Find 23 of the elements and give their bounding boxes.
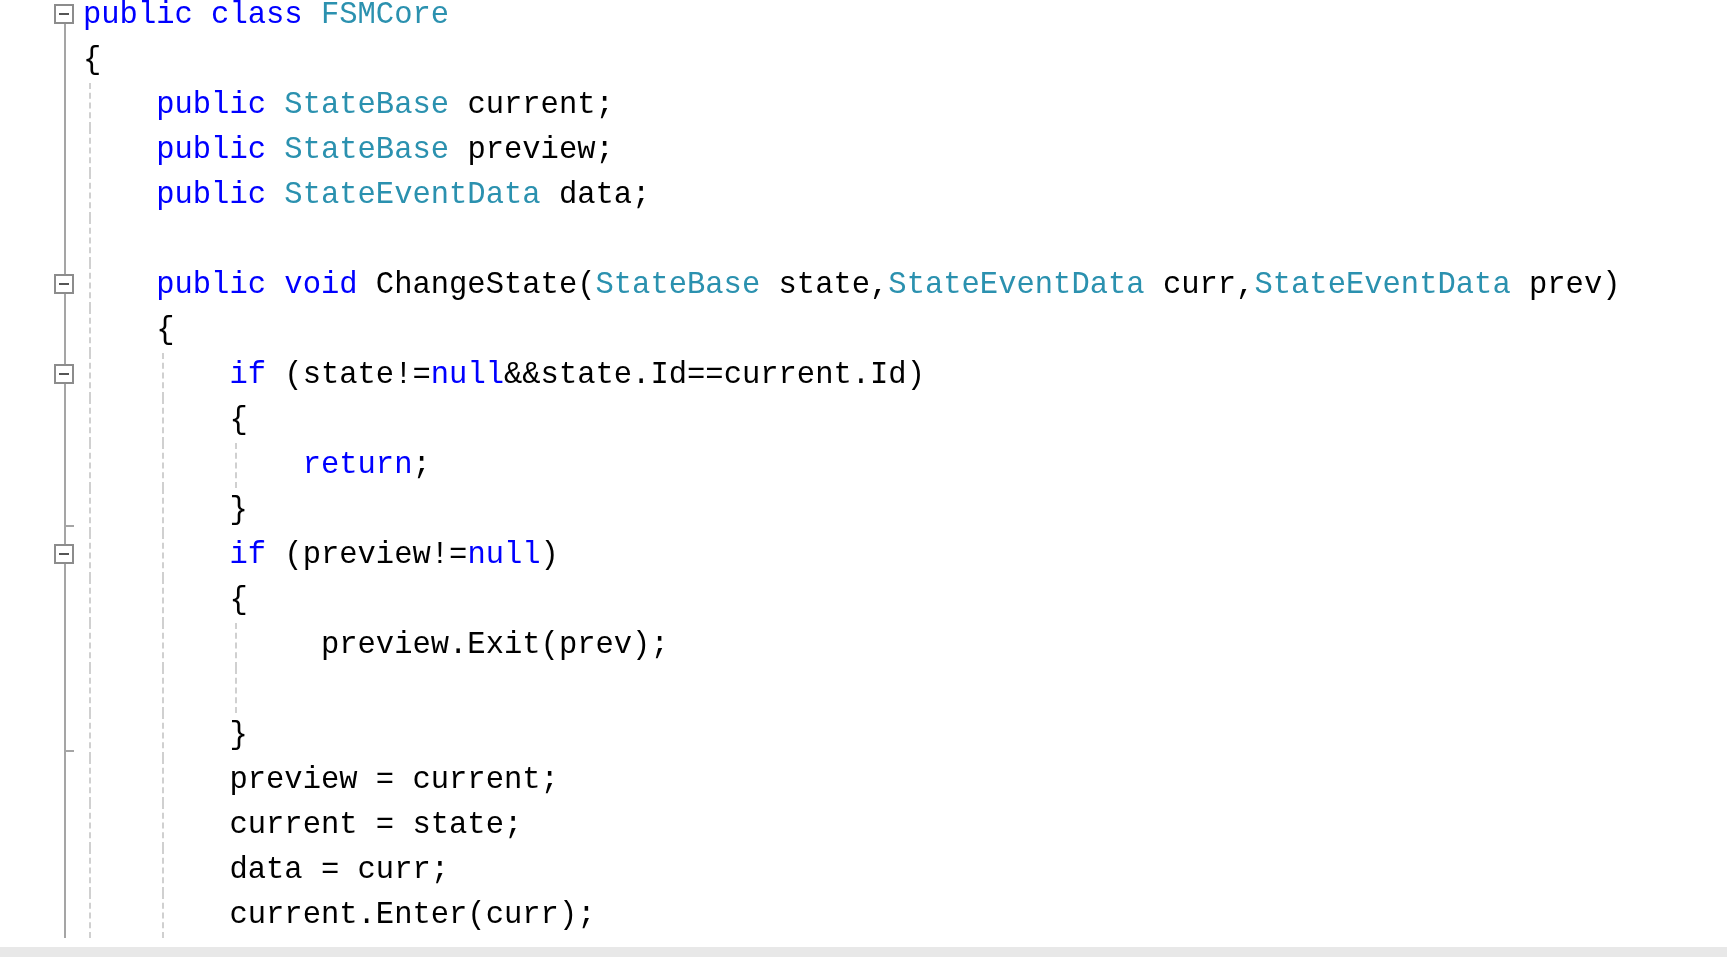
code-line: { xyxy=(155,312,175,349)
code-line: data = curr; xyxy=(228,852,450,889)
code-line: } xyxy=(228,717,248,754)
code-line: current.Enter(curr); xyxy=(228,897,596,934)
collapse-icon[interactable] xyxy=(54,4,74,24)
code-line: if (preview!=null) xyxy=(228,537,559,574)
collapse-icon[interactable] xyxy=(54,274,74,294)
code-line: } xyxy=(228,492,248,529)
code-line: if (state!=null&&state.Id==current.Id) xyxy=(228,357,925,394)
code-line: public StateBase preview; xyxy=(155,132,614,169)
code-line: current = state; xyxy=(228,807,523,844)
code-line: public StateBase current; xyxy=(155,87,614,124)
code-line: preview.Exit(prev); xyxy=(319,627,669,664)
collapse-icon[interactable] xyxy=(54,544,74,564)
collapse-icon[interactable] xyxy=(54,364,74,384)
code-line: public StateEventData data; xyxy=(155,177,651,214)
code-line: public void ChangeState(StateBase state,StateEventData curr,StateEventData prev) xyxy=(155,267,1621,304)
code-line: public class FSMCore xyxy=(83,0,450,34)
code-line: return; xyxy=(301,447,431,484)
code-line: { xyxy=(83,42,102,79)
code-line: { xyxy=(228,582,248,619)
code-line: { xyxy=(228,402,248,439)
code-line: preview = current; xyxy=(228,762,559,799)
